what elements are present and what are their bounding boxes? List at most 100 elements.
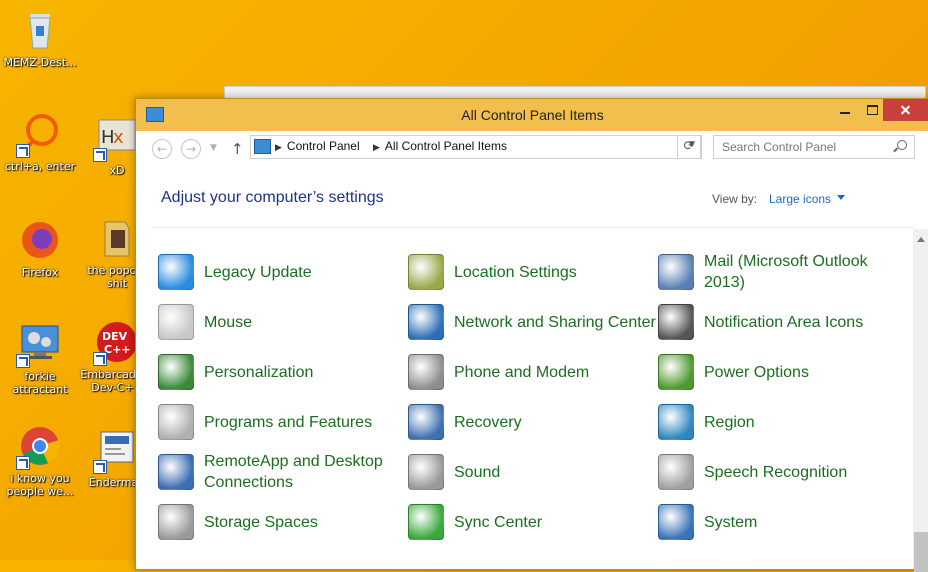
control-panel-item[interactable]: Mouse: [158, 297, 408, 347]
window-title: All Control Panel Items: [461, 107, 604, 123]
control-panel-item[interactable]: Recovery: [408, 397, 658, 447]
control-panel-item-label: Recovery: [454, 413, 522, 431]
control-panel-item[interactable]: Sync Center: [408, 497, 658, 547]
recycle-bin-icon: [18, 8, 62, 52]
control-panel-item-label: RemoteApp and Desktop Connections: [204, 453, 383, 491]
control-panel-item-label: System: [704, 513, 758, 531]
control-panel-item-label: Speech Recognition: [704, 463, 848, 481]
control-panel-item-label: Legacy Update: [204, 263, 312, 281]
control-panel-item[interactable]: System: [658, 497, 898, 547]
control-panel-item[interactable]: Network and Sharing Center: [408, 297, 658, 347]
hxd-icon: Hx: [93, 116, 139, 162]
title-bar[interactable]: All Control Panel Items: [136, 99, 928, 131]
personalization-icon: [158, 354, 194, 390]
mouse-cursor-icon: [905, 540, 913, 554]
view-by-dropdown[interactable]: Large icons: [769, 192, 845, 206]
search-icon[interactable]: [897, 140, 907, 150]
notification-area-icon: [658, 304, 694, 340]
control-panel-item-label: Region: [704, 413, 755, 431]
shortcut-arrow-icon: [16, 354, 30, 368]
desktop-icon-recycle-bin[interactable]: MEMZ-Dest...: [0, 8, 80, 69]
scroll-up-arrow-icon[interactable]: [917, 233, 925, 242]
breadcrumb-control-panel[interactable]: Control Panel: [287, 139, 360, 153]
search-box[interactable]: [713, 135, 915, 159]
sound-icon: [408, 454, 444, 490]
control-panel-item[interactable]: Power Options: [658, 347, 898, 397]
control-panel-item-label: Notification Area Icons: [704, 313, 864, 331]
control-panel-item[interactable]: Location Settings: [408, 247, 658, 297]
breadcrumb-separator-icon[interactable]: ▶: [275, 142, 282, 152]
control-panel-item-label: Network and Sharing Center: [454, 313, 656, 331]
desktop-icon-firefox[interactable]: Firefox: [0, 218, 80, 279]
control-panel-item[interactable]: Personalization: [158, 347, 408, 397]
breadcrumb-separator-icon[interactable]: ▶: [373, 142, 380, 152]
firefox-icon: [18, 218, 62, 262]
control-panel-item-label: Sound: [454, 463, 501, 481]
control-panel-item-label: Phone and Modem: [454, 363, 590, 381]
mail-icon: [658, 254, 694, 290]
shortcut-arrow-icon: [93, 460, 107, 474]
control-panel-item-label: Personalization: [204, 363, 314, 381]
region-icon: [658, 404, 694, 440]
control-panel-icon: [254, 139, 271, 154]
control-panel-item[interactable]: Sound: [408, 447, 658, 497]
desktop-icon-chrome[interactable]: i know you people we...: [0, 424, 80, 498]
control-panel-item-label: Mouse: [204, 313, 253, 331]
control-panel-item[interactable]: Programs and Features: [158, 397, 408, 447]
recovery-icon: [408, 404, 444, 440]
vertical-scrollbar[interactable]: [913, 229, 928, 572]
control-panel-item[interactable]: RemoteApp and Desktop Connections: [158, 447, 408, 497]
shortcut-arrow-icon: [93, 352, 107, 366]
network-icon: [408, 304, 444, 340]
system-icon: [658, 504, 694, 540]
divider: [151, 227, 914, 228]
desktop-icon-forkie[interactable]: forkie attractant: [0, 322, 80, 396]
control-panel-item-label: Storage Spaces: [204, 513, 318, 531]
remoteapp-icon: [158, 454, 194, 490]
sync-center-icon: [408, 504, 444, 540]
view-by-label: View by:: [712, 192, 758, 206]
control-panel-item[interactable]: Storage Spaces: [158, 497, 408, 547]
enderman-icon: [93, 428, 139, 474]
shortcut-arrow-icon: [16, 456, 30, 470]
control-panel-item-label: Location Settings: [454, 263, 577, 281]
search-shortcut-icon: [16, 112, 62, 158]
recent-locations-chevron-icon[interactable]: ▼: [210, 143, 217, 153]
back-button[interactable]: ←: [152, 139, 172, 159]
folder-icon: [95, 216, 139, 260]
scrollbar-thumb[interactable]: [914, 532, 928, 572]
shortcut-arrow-icon: [16, 144, 30, 158]
control-panel-item[interactable]: Region: [658, 397, 898, 447]
phone-modem-icon: [408, 354, 444, 390]
control-panel-item[interactable]: Phone and Modem: [408, 347, 658, 397]
address-bar[interactable]: ▶ Control Panel ▶ All Control Panel Items …: [250, 135, 702, 159]
close-button[interactable]: [883, 99, 928, 121]
power-options-icon: [658, 354, 694, 390]
breadcrumb-all-items[interactable]: All Control Panel Items: [385, 139, 507, 153]
control-panel-item[interactable]: Speech Recognition: [658, 447, 898, 497]
svg-text:x: x: [113, 127, 124, 148]
search-input[interactable]: [720, 137, 889, 157]
computer-icon: [16, 322, 62, 368]
control-panel-item-label: Mail (Microsoft Outlook 2013): [704, 253, 868, 291]
up-arrow-icon[interactable]: ↑: [231, 140, 244, 158]
storage-spaces-icon: [158, 504, 194, 540]
svg-text:C++: C++: [104, 343, 131, 356]
items-panel: Legacy Update Location Settings Mail (Micr…: [136, 229, 911, 569]
chrome-icon: [16, 424, 62, 470]
refresh-button[interactable]: ⟳: [677, 135, 701, 159]
control-panel-item[interactable]: Legacy Update: [158, 247, 408, 297]
control-panel-item[interactable]: Notification Area Icons: [658, 297, 898, 347]
svg-text:DEV: DEV: [102, 330, 128, 343]
mouse-icon: [158, 304, 194, 340]
desktop-icon-ctrl-a-enter[interactable]: ctrl+a, enter: [0, 112, 80, 173]
legacy-update-icon: [158, 254, 194, 290]
devcpp-icon: DEV C++: [93, 320, 139, 366]
forward-button[interactable]: →: [181, 139, 201, 159]
location-settings-icon: [408, 254, 444, 290]
navigation-bar: ← → ▼ ↑ ▶ Control Panel ▶ All Control Pane…: [136, 131, 928, 167]
programs-features-icon: [158, 404, 194, 440]
control-panel-item-label: Programs and Features: [204, 413, 373, 431]
minimize-button[interactable]: [831, 99, 859, 121]
control-panel-item[interactable]: Mail (Microsoft Outlook 2013): [658, 247, 898, 297]
